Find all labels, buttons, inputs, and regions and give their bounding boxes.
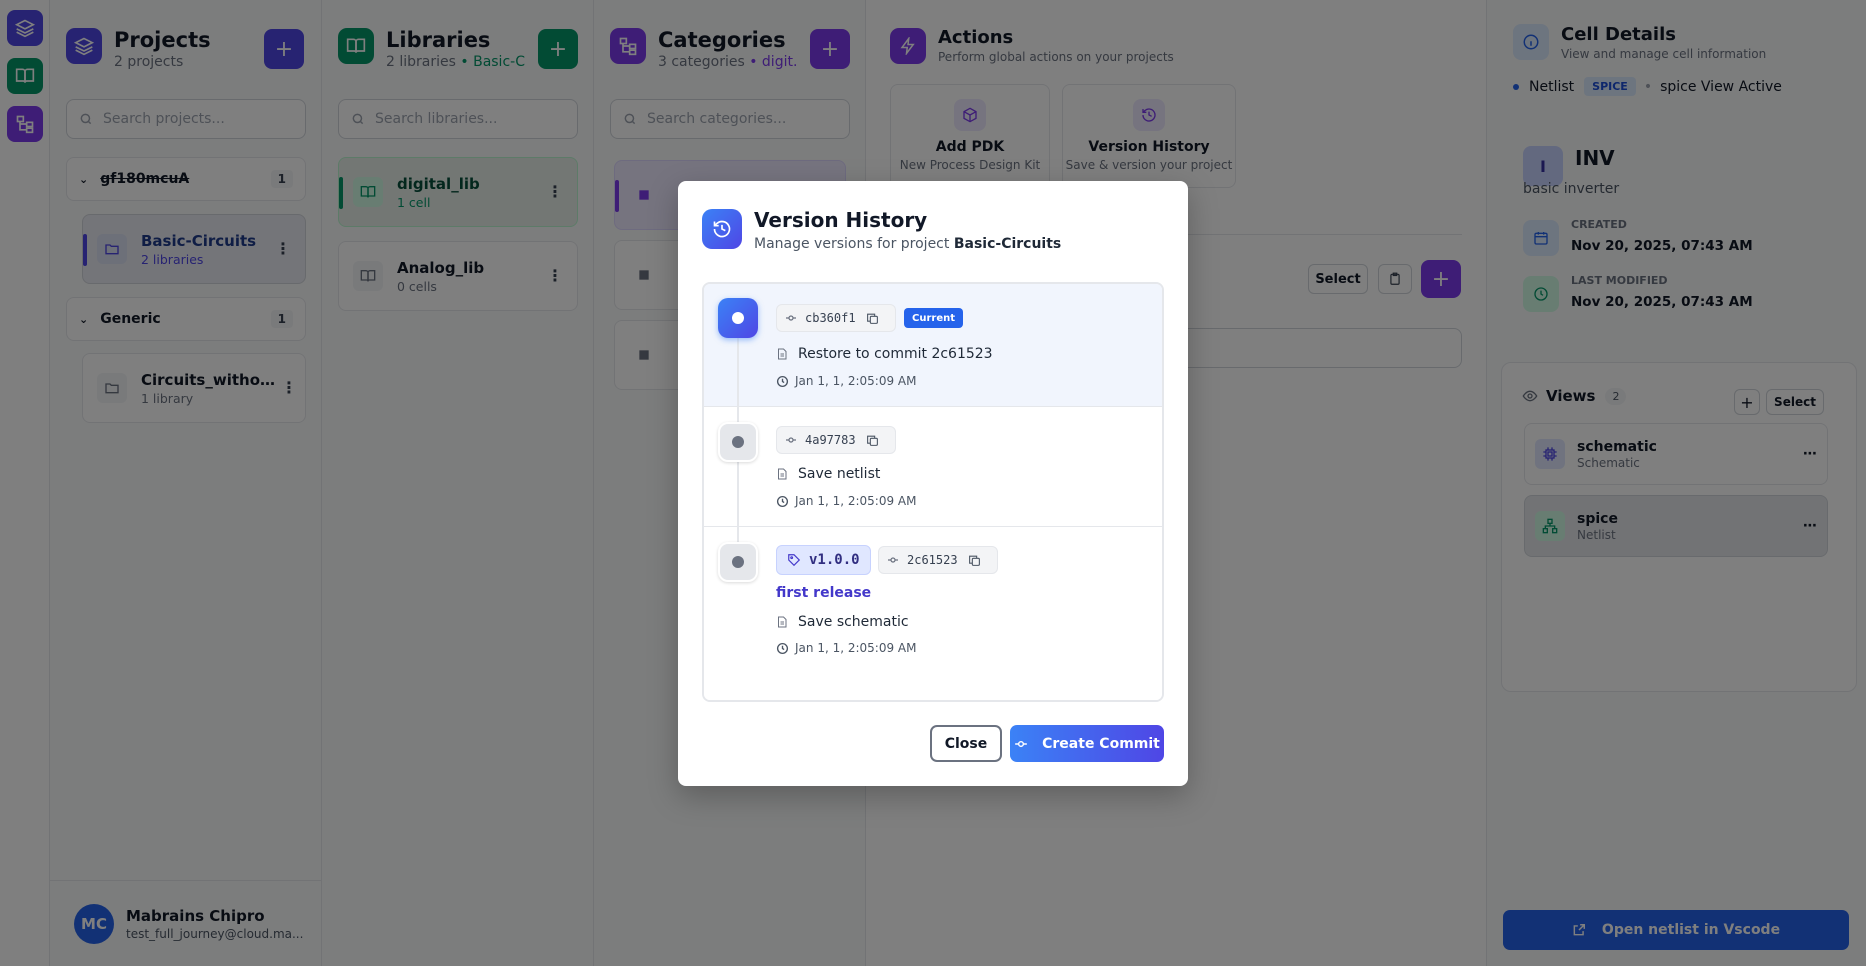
clock-icon <box>776 642 789 654</box>
commit-time: Jan 1, 1, 2:05:09 AM <box>795 641 917 655</box>
tag-icon <box>788 554 801 567</box>
commit-item[interactable]: 4a97783 Save netlist Jan 1, 1, 2:05:09 A… <box>704 407 1162 527</box>
commit-hash-chip: 4a97783 <box>776 426 896 454</box>
commit-list[interactable]: cb360f1 Current Restore to commit 2c6152… <box>702 282 1164 702</box>
commit-item[interactable]: cb360f1 Current Restore to commit 2c6152… <box>704 284 1162 407</box>
dialog-subtitle-text: Manage versions for project <box>754 236 950 252</box>
commit-hash: 2c61523 <box>907 553 958 567</box>
file-icon <box>778 616 787 628</box>
commit-hash-chip: 2c61523 <box>878 546 998 574</box>
file-icon <box>778 468 787 480</box>
commit-icon <box>1015 740 1027 747</box>
commit-hash: cb360f1 <box>805 311 856 325</box>
dialog-project-name: Basic-Circuits <box>953 236 1062 252</box>
create-commit-button[interactable]: Create Commit <box>1010 725 1164 762</box>
commit-hash-chip: cb360f1 <box>776 304 896 332</box>
current-badge: Current <box>904 308 964 328</box>
create-commit-label: Create Commit <box>1042 735 1160 752</box>
copy-icon[interactable] <box>968 554 981 567</box>
commit-node <box>718 422 758 462</box>
dialog-header: Version History Manage versions for proj… <box>702 209 1061 252</box>
commit-item[interactable]: v1.0.0 2c61523 first release Save schema… <box>704 527 1162 700</box>
dialog-title: Version History <box>754 208 928 232</box>
clock-icon <box>776 375 789 387</box>
commit-icon <box>888 557 898 563</box>
commit-node <box>718 542 758 582</box>
commit-message: Save netlist <box>798 466 881 482</box>
clock-icon <box>776 495 789 507</box>
commit-message-row: Restore to commit 2c61523 <box>776 346 993 362</box>
commit-time: Jan 1, 1, 2:05:09 AM <box>795 374 917 388</box>
close-button[interactable]: Close <box>930 725 1002 762</box>
app-root: Projects 2 projects + Search projects...… <box>0 0 1866 966</box>
commit-time-row: Jan 1, 1, 2:05:09 AM <box>776 641 916 655</box>
commit-icon <box>786 437 796 443</box>
commit-time-row: Jan 1, 1, 2:05:09 AM <box>776 494 916 508</box>
version-history-dialog: Version History Manage versions for proj… <box>678 181 1188 786</box>
commit-message: Restore to commit 2c61523 <box>798 346 993 362</box>
version-tag-chip: v1.0.0 <box>776 545 871 575</box>
commit-icon <box>786 315 796 321</box>
commit-time-row: Jan 1, 1, 2:05:09 AM <box>776 374 916 388</box>
commit-message-row: Save schematic <box>776 614 909 630</box>
commit-time: Jan 1, 1, 2:05:09 AM <box>795 494 917 508</box>
timeline-line <box>737 527 739 543</box>
history-icon <box>702 209 742 249</box>
dialog-subtitle: Manage versions for project Basic-Circui… <box>754 236 1061 252</box>
copy-icon[interactable] <box>866 312 879 325</box>
commit-message: Save schematic <box>798 614 909 630</box>
commit-message-row: Save netlist <box>776 466 880 482</box>
tag-message: first release <box>776 585 872 601</box>
file-icon <box>778 348 787 360</box>
commit-hash: 4a97783 <box>805 433 856 447</box>
version-tag: v1.0.0 <box>809 552 860 568</box>
copy-icon[interactable] <box>866 434 879 447</box>
commit-node-current <box>718 298 758 338</box>
